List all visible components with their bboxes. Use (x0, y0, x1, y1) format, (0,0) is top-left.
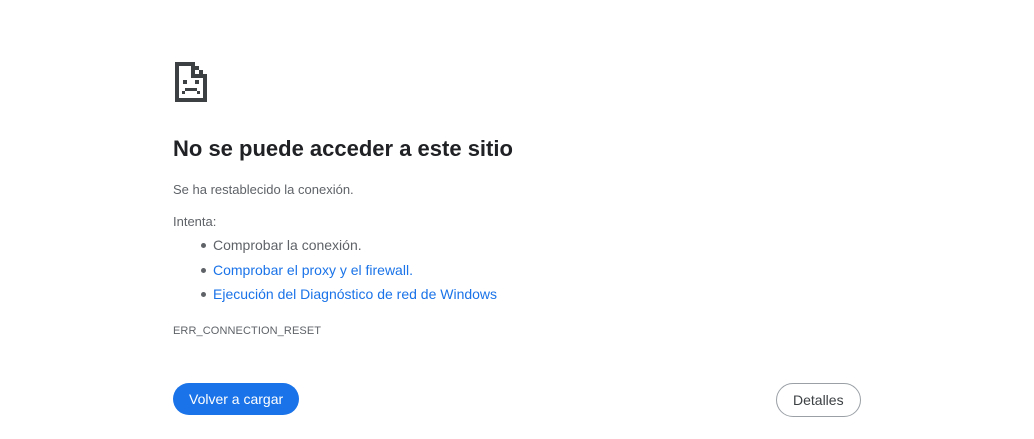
page-title: No se puede acceder a este sitio (173, 136, 513, 161)
suggestion-check-connection: Comprobar la conexión. (213, 237, 362, 253)
error-content: No se puede acceder a este sitio Se ha r… (173, 60, 873, 337)
error-description: Se ha restablecido la conexión. (173, 182, 354, 197)
suggestion-windows-network-diagnostics-link[interactable]: Ejecución del Diagnóstico de red de Wind… (213, 286, 497, 302)
error-code: ERR_CONNECTION_RESET (173, 325, 322, 337)
suggestions-heading: Intenta: (173, 214, 217, 229)
list-item: Comprobar la conexión. (200, 233, 497, 258)
reload-button[interactable]: Volver a cargar (173, 383, 300, 415)
list-item: Comprobar el proxy y el firewall. (200, 258, 497, 283)
details-button[interactable]: Detalles (776, 383, 861, 417)
suggestion-check-proxy-firewall-link[interactable]: Comprobar el proxy y el firewall. (213, 262, 413, 278)
suggestions-list: Comprobar la conexión. Comprobar el prox… (173, 233, 497, 307)
error-page: No se puede acceder a este sitio Se ha r… (0, 0, 1034, 439)
sad-document-icon (173, 60, 873, 104)
list-item: Ejecución del Diagnóstico de red de Wind… (200, 282, 497, 307)
